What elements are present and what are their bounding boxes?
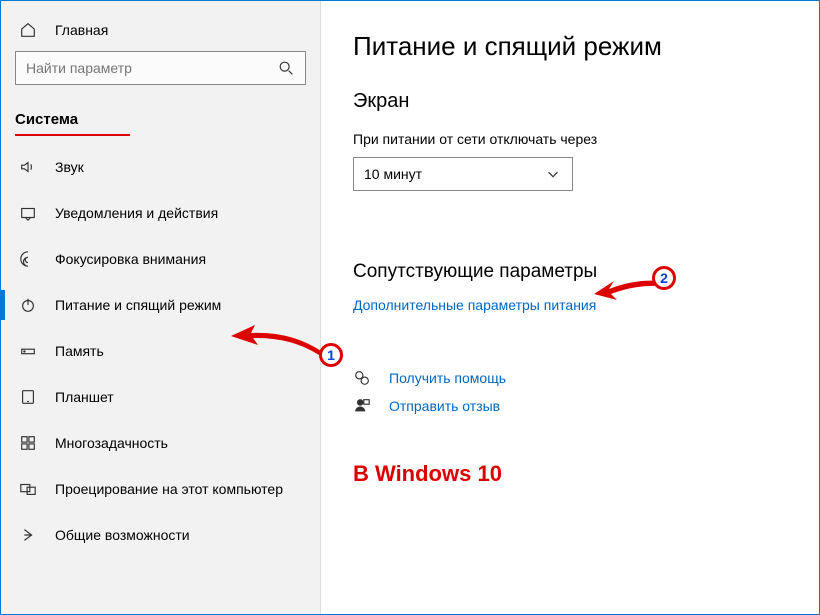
notifications-icon [19, 204, 37, 222]
tablet-icon [19, 388, 37, 406]
sidebar-item-label: Питание и спящий режим [55, 297, 221, 313]
annotation-underline [15, 134, 130, 136]
sidebar-item-label: Уведомления и действия [55, 205, 218, 221]
sidebar-item-label: Звук [55, 159, 84, 175]
sidebar-item-shared[interactable]: Общие возможности [1, 512, 320, 558]
sidebar-item-label: Планшет [55, 389, 114, 405]
home-label: Главная [55, 22, 108, 38]
section-screen-heading: Экран [353, 90, 819, 113]
chevron-down-icon [544, 165, 562, 183]
main-content: Питание и спящий режим Экран При питании… [321, 1, 819, 614]
help-icon [353, 369, 371, 387]
sidebar-category: Система [1, 95, 320, 134]
sidebar-item-multitask[interactable]: Многозадачность [1, 420, 320, 466]
shared-icon [19, 526, 37, 544]
feedback-icon [353, 397, 371, 415]
sidebar-nav: Звук Уведомления и действия Фокусировка … [1, 144, 320, 558]
screen-off-value: 10 минут [364, 166, 422, 182]
sidebar-item-label: Проецирование на этот компьютер [55, 481, 283, 497]
sound-icon [19, 158, 37, 176]
sidebar-item-tablet[interactable]: Планшет [1, 374, 320, 420]
sidebar-item-project[interactable]: Проецирование на этот компьютер [1, 466, 320, 512]
get-help-link[interactable]: Получить помощь [389, 370, 506, 386]
sidebar-item-label: Фокусировка внимания [55, 251, 206, 267]
related-heading: Сопутствующие параметры [353, 261, 819, 283]
screen-off-label: При питании от сети отключать через [353, 131, 819, 147]
sidebar-item-focus[interactable]: Фокусировка внимания [1, 236, 320, 282]
sidebar-item-notifications[interactable]: Уведомления и действия [1, 190, 320, 236]
search-icon [277, 59, 295, 77]
search-wrap [1, 51, 320, 95]
focus-icon [19, 250, 37, 268]
sidebar: Главная Система Звук Уведомления и дейст… [1, 1, 321, 614]
sidebar-item-sound[interactable]: Звук [1, 144, 320, 190]
feedback-link[interactable]: Отправить отзыв [389, 398, 500, 414]
page-title: Питание и спящий режим [353, 31, 819, 62]
multitask-icon [19, 434, 37, 452]
sidebar-item-label: Память [55, 343, 104, 359]
home-icon [19, 21, 37, 39]
sidebar-item-label: Многозадачность [55, 435, 168, 451]
search-input[interactable] [15, 51, 306, 85]
power-icon [19, 296, 37, 314]
sidebar-item-label: Общие возможности [55, 527, 190, 543]
annotation-caption: В Windows 10 [353, 461, 819, 487]
additional-power-link[interactable]: Дополнительные параметры питания [353, 297, 596, 313]
storage-icon [19, 342, 37, 360]
screen-off-select[interactable]: 10 минут [353, 157, 573, 191]
search-field[interactable] [26, 60, 277, 76]
sidebar-item-home[interactable]: Главная [1, 9, 320, 51]
sidebar-item-storage[interactable]: Память [1, 328, 320, 374]
sidebar-item-power[interactable]: Питание и спящий режим [1, 282, 320, 328]
project-icon [19, 480, 37, 498]
